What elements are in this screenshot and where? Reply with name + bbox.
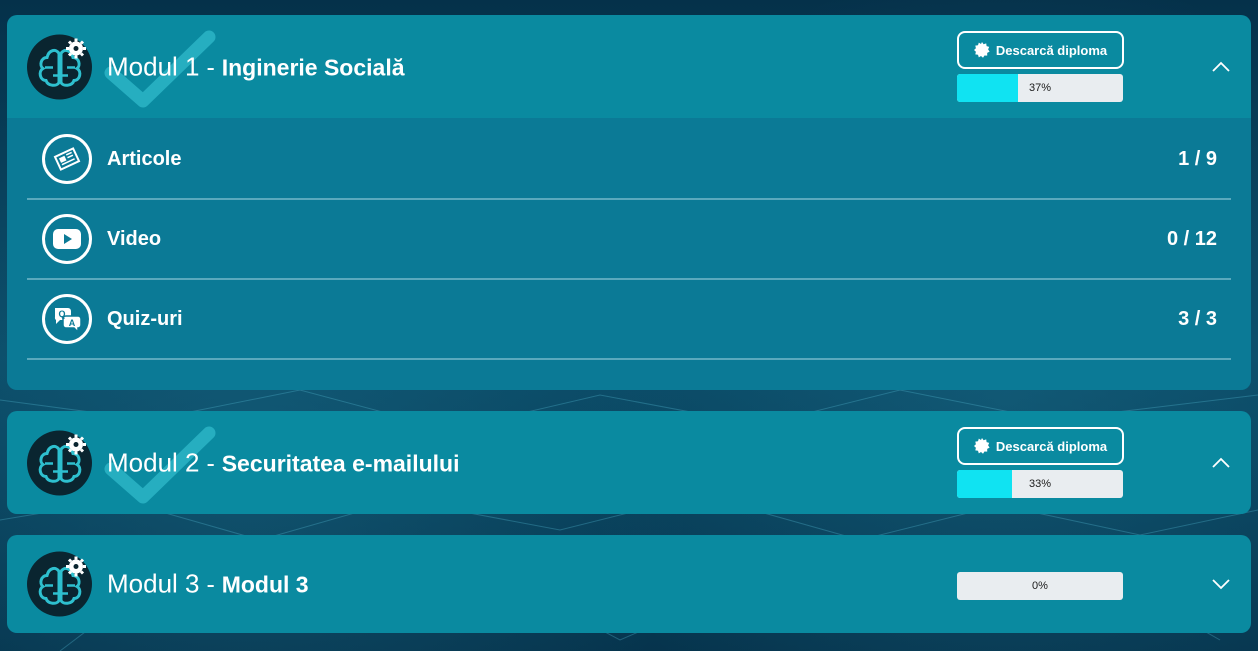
qa-chat-icon: Q A (42, 294, 92, 344)
brain-gear-icon (27, 34, 92, 99)
list-item-quizzes[interactable]: Q A Quiz-uri 3 / 3 (27, 280, 1231, 360)
video-play-icon (42, 214, 92, 264)
quizzes-label: Quiz-uri (107, 307, 183, 330)
module-progress-bar: 0% (957, 572, 1123, 600)
list-item-articles[interactable]: Articole 1 / 9 (27, 120, 1231, 200)
articles-count: 1 / 9 (1178, 147, 1217, 170)
collapse-chevron-up-icon[interactable] (1207, 449, 1235, 477)
module-name: Modul 3 (221, 571, 309, 598)
module-title: Modul 1 - Inginerie Socială (107, 51, 405, 82)
progress-percent: 0% (1032, 580, 1048, 592)
title-separator: - (199, 570, 222, 599)
module-progress-bar: 33% (957, 470, 1123, 498)
module-number: Modul 3 (107, 568, 200, 599)
progress-percent: 37% (1028, 82, 1052, 94)
list-item-video[interactable]: Video 0 / 12 (27, 200, 1231, 280)
articles-label: Articole (107, 147, 182, 170)
module-3-header[interactable]: Modul 3 - Modul 3 0% (7, 535, 1251, 633)
video-label: Video (107, 227, 162, 250)
brain-gear-icon (27, 430, 92, 495)
module-1-header[interactable]: Modul 1 - Inginerie Socială Descarcă dip… (7, 15, 1251, 118)
svg-text:A: A (69, 318, 76, 328)
download-diploma-label: Descarcă diploma (995, 42, 1108, 58)
brain-gear-icon (27, 551, 92, 617)
module-1-content: Articole 1 / 9 Video 0 / 12 Q A Quiz-uri… (7, 118, 1251, 390)
expand-chevron-down-icon[interactable] (1207, 570, 1235, 598)
modules-list: Modul 1 - Inginerie Socială Descarcă dip… (7, 15, 1251, 633)
quizzes-count: 3 / 3 (1178, 307, 1217, 330)
progress-percent: 33% (1028, 478, 1052, 490)
module-number: Modul 1 (107, 51, 200, 81)
badge-icon (973, 42, 990, 58)
module-title: Modul 3 - Modul 3 (107, 569, 309, 600)
svg-text:Q: Q (58, 309, 65, 319)
download-diploma-label: Descarcă diploma (995, 438, 1108, 454)
video-count: 0 / 12 (1166, 227, 1217, 250)
title-separator: - (199, 449, 222, 477)
module-2-header[interactable]: Modul 2 - Securitatea e-mailului Descarc… (7, 411, 1251, 514)
collapse-chevron-up-icon[interactable] (1207, 53, 1235, 81)
badge-icon (973, 438, 990, 454)
module-name: Inginerie Socială (221, 54, 405, 80)
title-separator: - (199, 53, 222, 81)
download-diploma-button[interactable]: Descarcă diploma (957, 427, 1124, 465)
module-number: Modul 2 (107, 447, 200, 477)
module-name: Securitatea e-mailului (221, 450, 460, 476)
module-progress-bar: 37% (957, 74, 1123, 102)
module-title: Modul 2 - Securitatea e-mailului (107, 447, 459, 478)
download-diploma-button[interactable]: Descarcă diploma (957, 31, 1124, 69)
newspaper-icon (42, 134, 92, 184)
